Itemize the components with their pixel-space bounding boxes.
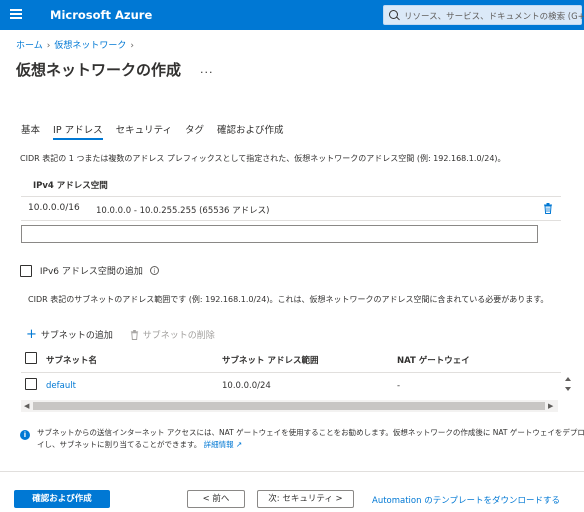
subnet-toolbar: + サブネットの追加 サブネットの削除 [26, 327, 215, 342]
address-space-description: CIDR 表記の 1 つまたは複数のアドレス プレフィックスとして指定された、仮… [20, 154, 506, 163]
add-subnet-button[interactable]: + サブネットの追加 [26, 327, 113, 342]
notice-body: サブネットからの送信インターネット アクセスには、NAT ゲートウェイを使用する… [37, 428, 584, 449]
subnet-name-link[interactable]: default [46, 381, 76, 391]
learn-more-link[interactable]: 詳細情報 [204, 440, 234, 449]
scroll-right-icon[interactable]: ▶ [548, 402, 553, 410]
info-icon: i [20, 430, 30, 440]
subnet-range: 10.0.0.0/24 [222, 381, 271, 391]
subnet-description: CIDR 表記のサブネットのアドレス範囲です (例: 192.168.1.0/2… [28, 295, 549, 304]
divider [21, 220, 561, 221]
scrollbar-thumb[interactable] [33, 402, 545, 410]
horizontal-scrollbar[interactable]: ◀ ▶ [21, 400, 558, 412]
tab-tags[interactable]: タグ [185, 122, 204, 140]
search-box[interactable]: リソース、サービス、ドキュメントの検索 (G+/) [383, 5, 584, 25]
ipv6-toggle[interactable]: IPv6 アドレス空間の追加 i [20, 264, 159, 277]
address-cidr: 10.0.0.0/16 [28, 203, 80, 213]
address-range: 10.0.0.0 - 10.0.255.255 (65536 アドレス) [96, 206, 270, 216]
review-create-button[interactable]: 確認および作成 [14, 490, 110, 508]
more-options-button[interactable]: ... [200, 63, 214, 76]
search-placeholder[interactable]: リソース、サービス、ドキュメントの検索 (G+/) [404, 10, 584, 22]
breadcrumb-home[interactable]: ホーム [16, 41, 43, 51]
ipv6-label: IPv6 アドレス空間の追加 [39, 267, 143, 277]
page-title: 仮想ネットワークの作成 [16, 61, 182, 79]
chevron-right-icon: › [130, 41, 134, 51]
search-icon [389, 10, 398, 19]
tab-ip-addresses[interactable]: IP アドレス [53, 122, 103, 140]
menu-icon[interactable] [10, 9, 22, 19]
notice-text: サブネットからの送信インターネット アクセスには、NAT ゲートウェイを使用する… [37, 427, 584, 451]
plus-icon: + [26, 327, 37, 342]
column-header-subnet-name[interactable]: サブネット名 [46, 354, 97, 366]
select-all-checkbox[interactable] [25, 352, 37, 364]
next-security-button[interactable]: 次: セキュリティ > [257, 490, 354, 508]
scroll-left-icon[interactable]: ◀ [24, 402, 29, 410]
trash-icon[interactable] [543, 203, 553, 214]
row-checkbox[interactable] [25, 378, 37, 390]
ipv6-checkbox[interactable] [20, 264, 32, 277]
top-bar: Microsoft Azure リソース、サービス、ドキュメントの検索 (G+/… [0, 0, 584, 30]
address-space-input[interactable] [21, 225, 538, 243]
column-header-nat-gateway[interactable]: NAT ゲートウェイ [397, 354, 470, 366]
info-icon[interactable]: i [149, 266, 159, 275]
breadcrumb-virtual-networks[interactable]: 仮想ネットワーク [54, 41, 126, 51]
tab-basics[interactable]: 基本 [21, 122, 40, 140]
tab-security[interactable]: セキュリティ [116, 122, 172, 140]
footer-divider [0, 471, 584, 472]
trash-icon [130, 329, 138, 340]
tab-bar: 基本 IP アドレス セキュリティ タグ 確認および作成 [21, 122, 297, 140]
divider [21, 372, 561, 373]
subnet-nat: - [397, 381, 401, 391]
brand-name[interactable]: Microsoft Azure [50, 8, 152, 22]
chevron-right-icon: › [46, 41, 51, 51]
download-template-link[interactable]: Automation のテンプレートをダウンロードする [372, 494, 560, 506]
add-subnet-label: サブネットの追加 [40, 331, 113, 341]
vertical-scrollbar[interactable] [562, 374, 574, 394]
ipv4-address-space-header: IPv4 アドレス空間 [33, 181, 108, 191]
column-header-subnet-range[interactable]: サブネット アドレス範囲 [222, 354, 318, 366]
tab-review-create[interactable]: 確認および作成 [217, 122, 284, 140]
breadcrumb: ホーム › 仮想ネットワーク › [16, 38, 138, 51]
external-link-icon[interactable]: ↗ [236, 440, 242, 449]
previous-button[interactable]: < 前へ [187, 490, 245, 508]
divider [21, 196, 561, 197]
delete-subnet-button[interactable]: サブネットの削除 [130, 328, 215, 341]
delete-subnet-label: サブネットの削除 [142, 331, 215, 341]
